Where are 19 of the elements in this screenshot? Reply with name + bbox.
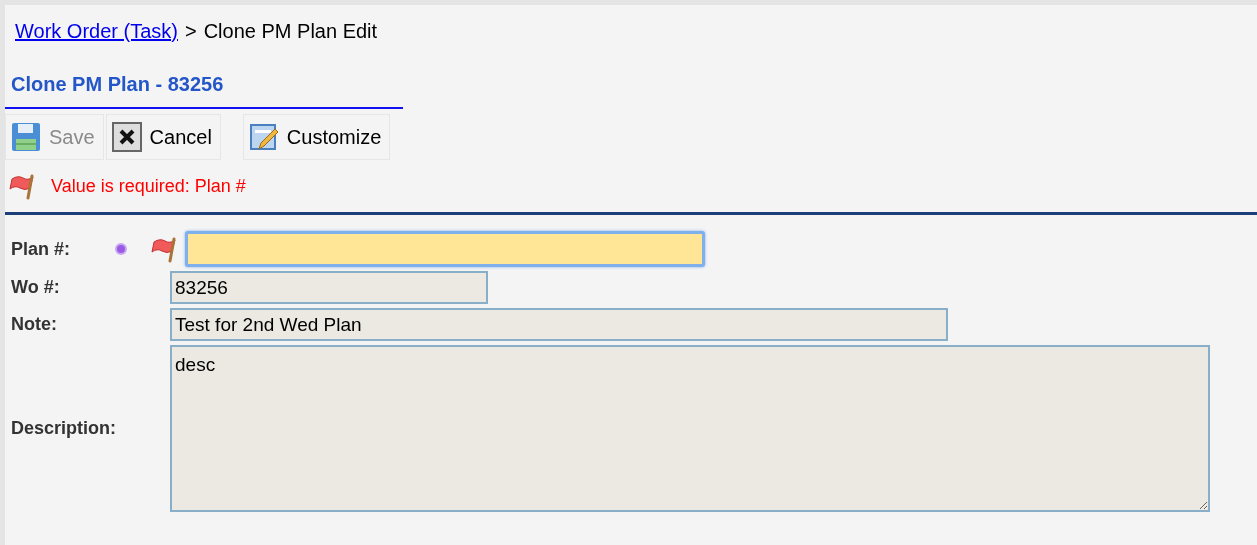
cancel-button[interactable]: Cancel	[105, 114, 221, 160]
error-message: Value is required: Plan #	[51, 174, 246, 198]
field-label: Description:	[11, 417, 115, 440]
input-field[interactable]	[185, 231, 705, 267]
breadcrumb-current: Clone PM Plan Edit	[203, 19, 378, 44]
field-label: Wo #:	[11, 276, 61, 299]
field-label: Plan #:	[11, 237, 72, 261]
customize-button[interactable]: Customize	[242, 114, 391, 160]
input-field[interactable]: Test for 2nd Wed Plan	[170, 308, 948, 341]
close-icon	[111, 122, 142, 152]
breadcrumb-link[interactable]: Work Order (Task)	[15, 16, 178, 46]
input-field[interactable]: 83256	[170, 271, 488, 304]
field-label: Note:	[11, 313, 58, 336]
form-pencil-icon	[248, 122, 279, 152]
description-field[interactable]: desc	[170, 345, 1210, 512]
flag-icon	[151, 235, 179, 263]
breadcrumb-separator: >	[185, 19, 197, 44]
flag-icon	[9, 172, 37, 200]
page-title: Clone PM Plan - 83256	[11, 73, 224, 95]
